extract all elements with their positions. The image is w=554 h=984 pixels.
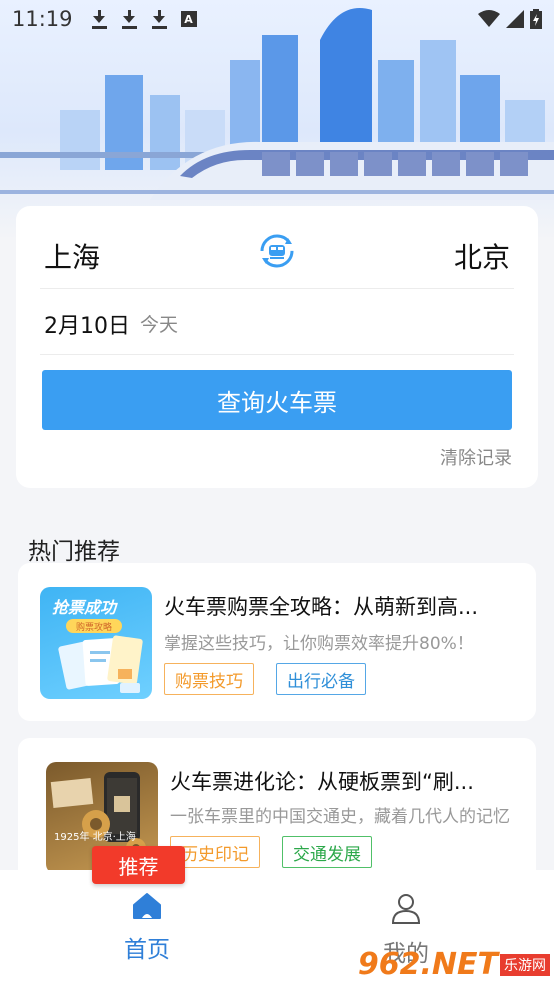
- divider: [40, 354, 514, 355]
- arrival-city[interactable]: 北京: [454, 236, 510, 276]
- status-bar: 11:19 A: [0, 0, 554, 38]
- nav-home[interactable]: 首页: [87, 892, 207, 964]
- download-icon: [121, 9, 137, 29]
- user-icon: [391, 894, 421, 924]
- watermark-sub: 乐游网: [500, 953, 550, 976]
- keyboard-a-icon: A: [180, 11, 197, 27]
- swap-cities-icon[interactable]: [258, 232, 296, 270]
- home-icon: [133, 893, 161, 919]
- section-title: 热门推荐: [28, 539, 120, 565]
- article-tag[interactable]: 购票技巧: [164, 663, 254, 695]
- departure-date[interactable]: 2月10日: [44, 308, 130, 340]
- departure-city[interactable]: 上海: [44, 236, 100, 276]
- wifi-icon: [478, 10, 500, 27]
- signal-icon: [506, 10, 524, 28]
- status-time: 11:19: [12, 7, 73, 31]
- watermark-logo: 962.NET: [357, 947, 498, 982]
- svg-text:1925年 北京·上海: 1925年 北京·上海: [54, 830, 136, 843]
- date-day-label: 今天: [140, 314, 179, 336]
- download-icon: [91, 9, 107, 29]
- article-thumbnail: 抢票成功 购票攻略: [40, 587, 152, 699]
- query-tickets-button[interactable]: 查询火车票: [42, 370, 512, 430]
- ticket-search-card: 上海 北京 2月10日 今天 查询火车票 清除记录: [16, 206, 538, 488]
- article-tag[interactable]: 交通发展: [282, 836, 372, 868]
- nav-home-label: 首页: [124, 937, 170, 963]
- recommend-badge[interactable]: 推荐: [92, 846, 185, 884]
- article-title: 火车票进化论：从硬板票到“刷...: [170, 770, 474, 794]
- battery-icon: [530, 9, 542, 29]
- article-title: 火车票购票全攻略：从萌新到高...: [164, 595, 479, 619]
- download-icon: [151, 9, 167, 29]
- divider: [40, 288, 514, 289]
- site-watermark: 962.NET 乐游网: [358, 947, 550, 982]
- article-subtitle: 掌握这些技巧，让你购票效率提升80%！: [164, 634, 474, 654]
- article-subtitle: 一张车票里的中国交通史，藏着几代人的记忆: [170, 807, 510, 827]
- svg-text:抢票成功: 抢票成功: [52, 598, 118, 617]
- svg-text:购票攻略: 购票攻略: [76, 621, 112, 633]
- clear-history-link[interactable]: 清除记录: [440, 444, 512, 470]
- ticket-illustration: 抢票成功 购票攻略: [52, 598, 143, 693]
- article-card[interactable]: 抢票成功 购票攻略 火车票购票全攻略：从萌新到高... 掌握这些技巧，让你购票效…: [18, 563, 536, 721]
- article-tag[interactable]: 出行必备: [276, 663, 366, 695]
- hero-banner: 11:19 A: [0, 0, 554, 240]
